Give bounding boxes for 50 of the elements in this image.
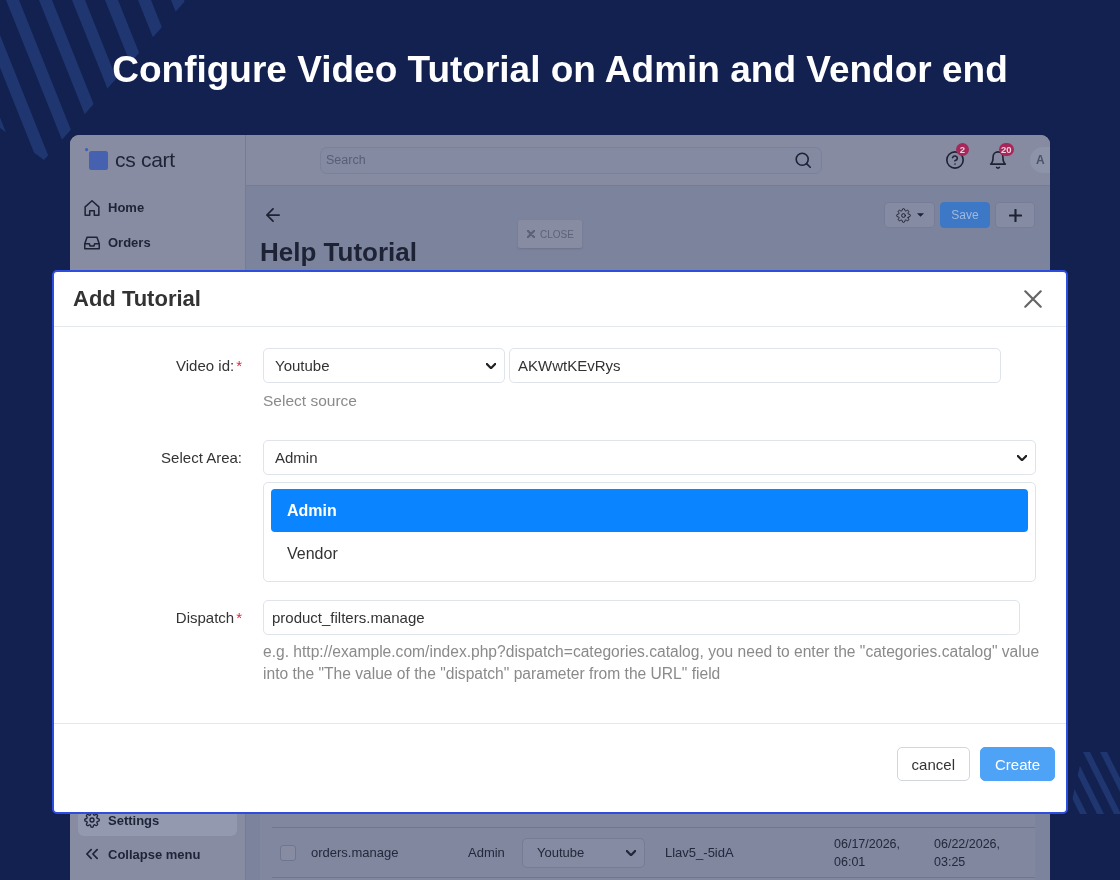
logo-text: cs cart — [115, 148, 175, 172]
modal-title: Add Tutorial — [73, 286, 201, 312]
plus-icon — [1008, 208, 1022, 222]
sidebar-item[interactable]: Collapse menu — [78, 838, 237, 870]
table-cell-text: 06/22/2026, 03:25 — [934, 835, 1002, 871]
gear-icon — [895, 207, 911, 223]
field-label: Video id:* — [175, 356, 242, 376]
cancel-button[interactable]: cancel — [896, 747, 970, 781]
chevron-down-icon — [1017, 454, 1027, 461]
field-hint: e.g. http://example.com/index.php?dispatch=categories.catalog, you need to enter the "categories.catalog" value into the "The value of the "dispatch" parameter from the URL" field — [263, 642, 1041, 684]
table-cell-text: Admin — [468, 845, 506, 860]
gear-icon — [84, 812, 100, 828]
search-icon — [795, 152, 811, 168]
table-cell-text: orders.manage — [311, 845, 400, 860]
area-select[interactable]: Admin — [263, 440, 1036, 475]
create-button[interactable]: Create — [979, 747, 1055, 781]
dispatch-field[interactable]: product_filters.manage — [263, 600, 1020, 635]
headline: Configure Video Tutorial on Admin and Vendor end — [112, 48, 1008, 92]
inbox-icon — [84, 234, 100, 251]
help-icon — [946, 151, 964, 169]
home-icon — [84, 199, 100, 216]
add-button[interactable] — [995, 202, 1035, 228]
close-button[interactable] — [1024, 290, 1042, 308]
caret-icon — [916, 213, 924, 217]
dropdown-option[interactable]: Admin — [271, 489, 1028, 532]
field-label: Select Area: — [160, 448, 242, 468]
chevron-down-icon — [626, 849, 636, 856]
close-icon — [526, 230, 535, 238]
double-chevron-left-icon — [86, 848, 98, 860]
settings-dropdown-button[interactable] — [884, 202, 935, 228]
source-select[interactable]: Youtube — [263, 348, 505, 383]
source-select[interactable]: Youtube — [522, 837, 645, 868]
video-id-field[interactable]: AKWwtKEvRys — [509, 348, 1001, 383]
avatar[interactable]: A — [1030, 147, 1050, 173]
table-cell-text: 06/17/2026, 06:01 — [834, 835, 902, 871]
page-title: Help Tutorial — [260, 238, 417, 266]
row-checkbox[interactable] — [280, 844, 296, 861]
sidebar-item[interactable]: Orders — [70, 225, 245, 260]
chevron-down-icon — [486, 362, 496, 369]
field-label: Dispatch* — [174, 608, 242, 628]
field-hint: Select source — [263, 392, 357, 410]
notification-badge: 2 — [956, 143, 969, 156]
notification-badge: 20 — [999, 143, 1014, 156]
logo-icon — [85, 148, 109, 172]
table-cell-text: Llav5_-5idA — [665, 845, 735, 860]
close-icon — [1024, 290, 1042, 308]
arrow-left-icon — [266, 208, 280, 222]
dropdown-option[interactable]: Vendor — [271, 532, 1028, 575]
bell-icon — [989, 151, 1007, 169]
sidebar-item[interactable]: Home — [70, 190, 245, 225]
